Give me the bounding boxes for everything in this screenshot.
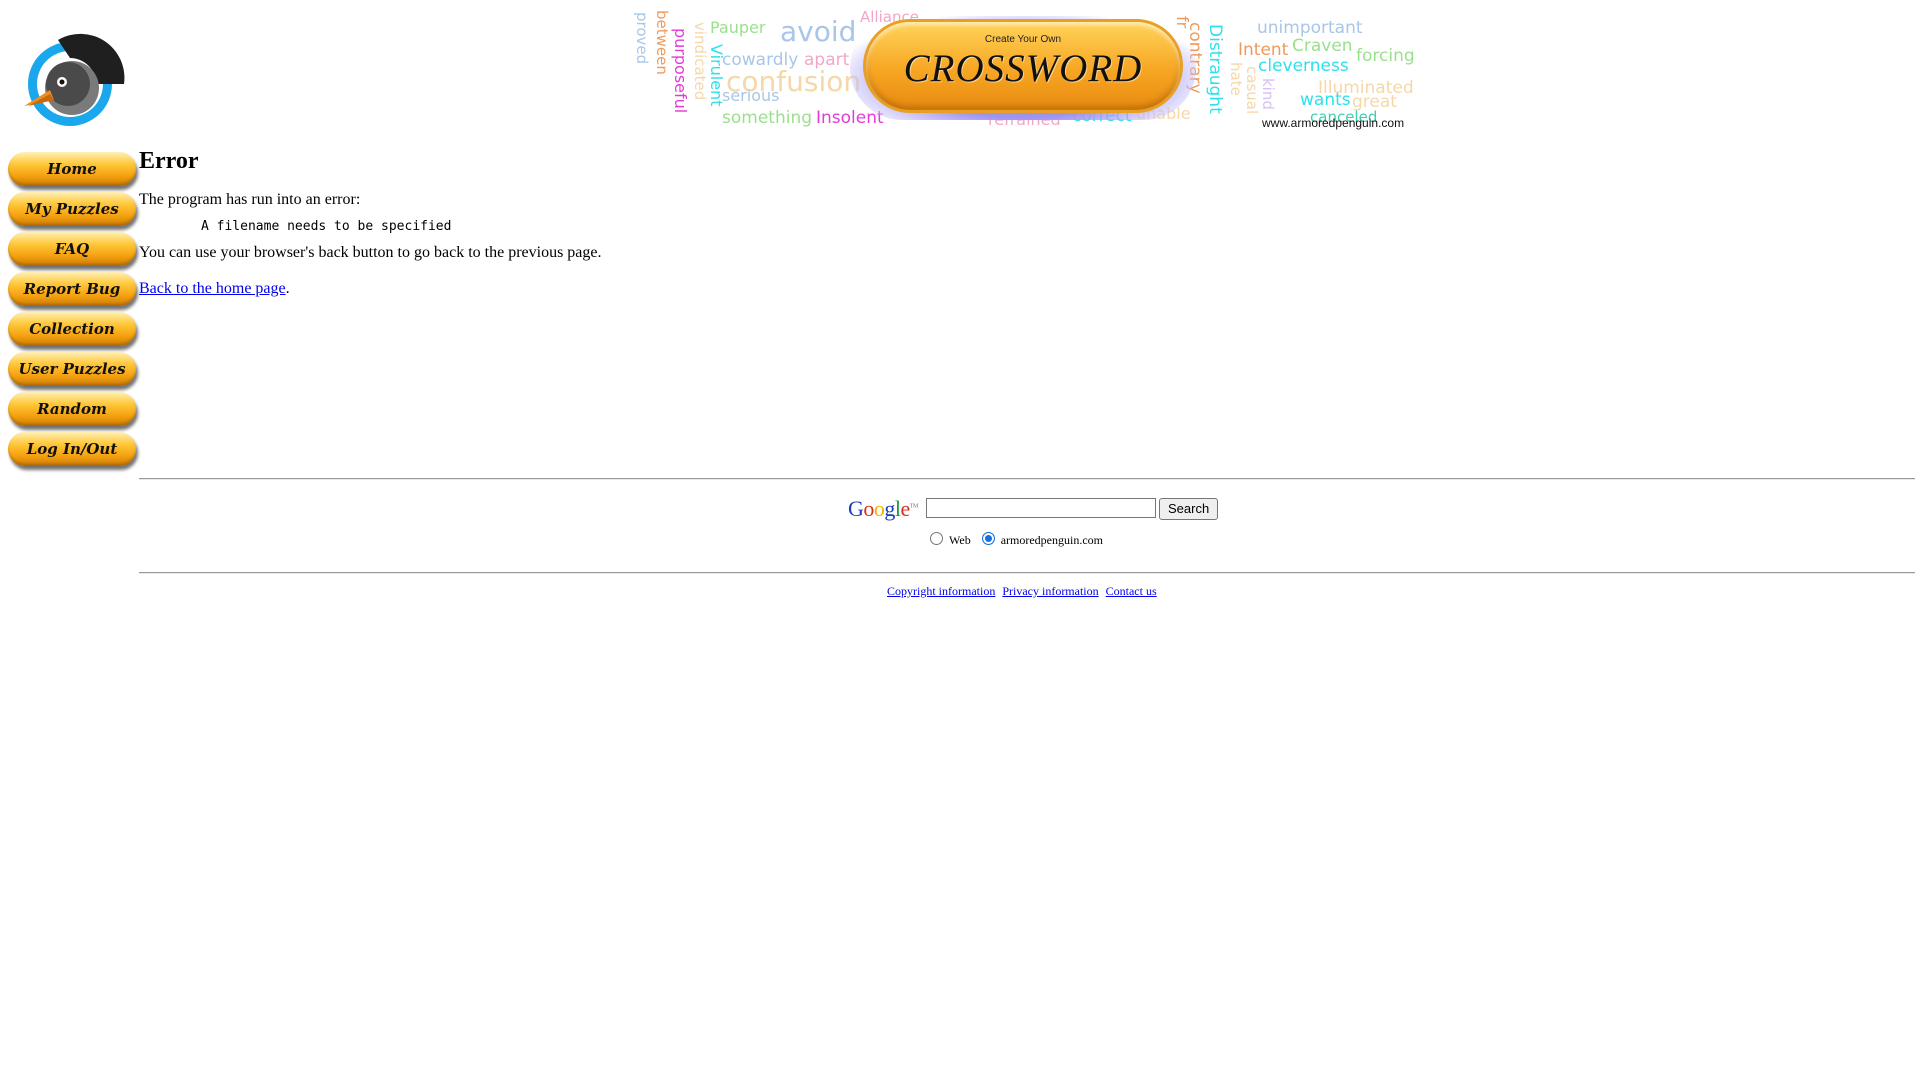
search-scope-web[interactable]: Web bbox=[930, 532, 971, 547]
footer-links: Copyright information Privacy informatio… bbox=[887, 584, 1161, 599]
privacy-link[interactable]: Privacy information bbox=[1002, 584, 1098, 598]
nav-collection-button[interactable]: Collection bbox=[8, 312, 136, 346]
home-link[interactable]: Back to the home page bbox=[139, 280, 286, 297]
banner-title: CROSSWORD bbox=[903, 47, 1143, 90]
word-cloud-word: wants bbox=[1300, 90, 1351, 110]
word-cloud-word: Pauper bbox=[710, 18, 766, 37]
error-message: A filename needs to be specified bbox=[201, 219, 452, 234]
word-cloud-word: cleverness bbox=[1258, 56, 1349, 76]
copyright-link[interactable]: Copyright information bbox=[887, 584, 995, 598]
search-scope-web-label: Web bbox=[949, 533, 971, 547]
search-scope-site-label: armoredpenguin.com bbox=[1000, 533, 1104, 547]
site-logo[interactable] bbox=[12, 28, 128, 132]
word-cloud-word: unimportant bbox=[1257, 18, 1363, 38]
penguin-logo-icon bbox=[24, 33, 125, 126]
word-cloud-word: kind bbox=[1259, 78, 1277, 110]
search-scope-site[interactable]: armoredpenguin.com bbox=[981, 532, 1104, 547]
nav-user-puzzles-button[interactable]: User Puzzles bbox=[8, 352, 136, 386]
back-hint: You can use your browser's back button t… bbox=[139, 244, 602, 261]
word-cloud-word: Craven bbox=[1292, 36, 1353, 56]
home-link-suffix: . bbox=[285, 280, 290, 297]
word-cloud-word: avoid bbox=[780, 15, 857, 48]
word-cloud-word: between bbox=[653, 10, 671, 75]
page-title: Error bbox=[139, 148, 199, 174]
nav-log-in-out-button[interactable]: Log In/Out bbox=[8, 432, 136, 466]
word-cloud-word: Distraught bbox=[1205, 24, 1225, 114]
word-cloud-word: purposeful bbox=[671, 28, 690, 114]
word-cloud-word: serious bbox=[722, 86, 780, 105]
header-banner[interactable]: proved between purposeful vindicated Vir… bbox=[630, 6, 1420, 134]
main-content: Error The program has run into an error:… bbox=[139, 148, 1915, 298]
radio-site[interactable] bbox=[981, 532, 995, 545]
nav-home-button[interactable]: Home bbox=[8, 152, 136, 186]
search-scope: Web armoredpenguin.com bbox=[930, 532, 1103, 548]
word-cloud-word: Insolent bbox=[816, 108, 884, 128]
sidebar-nav: Home My Puzzles FAQ Report Bug Collectio… bbox=[8, 152, 140, 472]
contact-link[interactable]: Contact us bbox=[1106, 584, 1157, 598]
banner-subtitle: Create Your Own bbox=[984, 34, 1062, 45]
word-cloud-word: proved bbox=[633, 12, 651, 65]
banner-site-url: www.armoredpenguin.com bbox=[1262, 116, 1405, 130]
word-cloud-word: hate bbox=[1227, 62, 1245, 96]
divider-bottom bbox=[139, 572, 1915, 574]
search-input[interactable] bbox=[926, 498, 1156, 518]
google-logo: GoogleTM bbox=[848, 496, 919, 521]
google-tm: TM bbox=[909, 503, 919, 510]
search-button[interactable]: Search bbox=[1159, 498, 1219, 520]
divider-top bbox=[139, 478, 1915, 480]
word-cloud-word: vindicated bbox=[691, 22, 709, 101]
nav-random-button[interactable]: Random bbox=[8, 392, 136, 426]
home-link-line: Back to the home page. bbox=[139, 280, 1915, 298]
nav-faq-button[interactable]: FAQ bbox=[8, 232, 136, 266]
word-cloud-word: forcing bbox=[1356, 46, 1415, 66]
word-cloud-word: casual bbox=[1243, 66, 1261, 115]
nav-report-bug-button[interactable]: Report Bug bbox=[8, 272, 136, 306]
nav-my-puzzles-button[interactable]: My Puzzles bbox=[8, 192, 136, 226]
word-cloud-word: something bbox=[722, 108, 813, 128]
radio-web[interactable] bbox=[930, 532, 943, 545]
error-intro: The program has run into an error: bbox=[139, 191, 361, 208]
